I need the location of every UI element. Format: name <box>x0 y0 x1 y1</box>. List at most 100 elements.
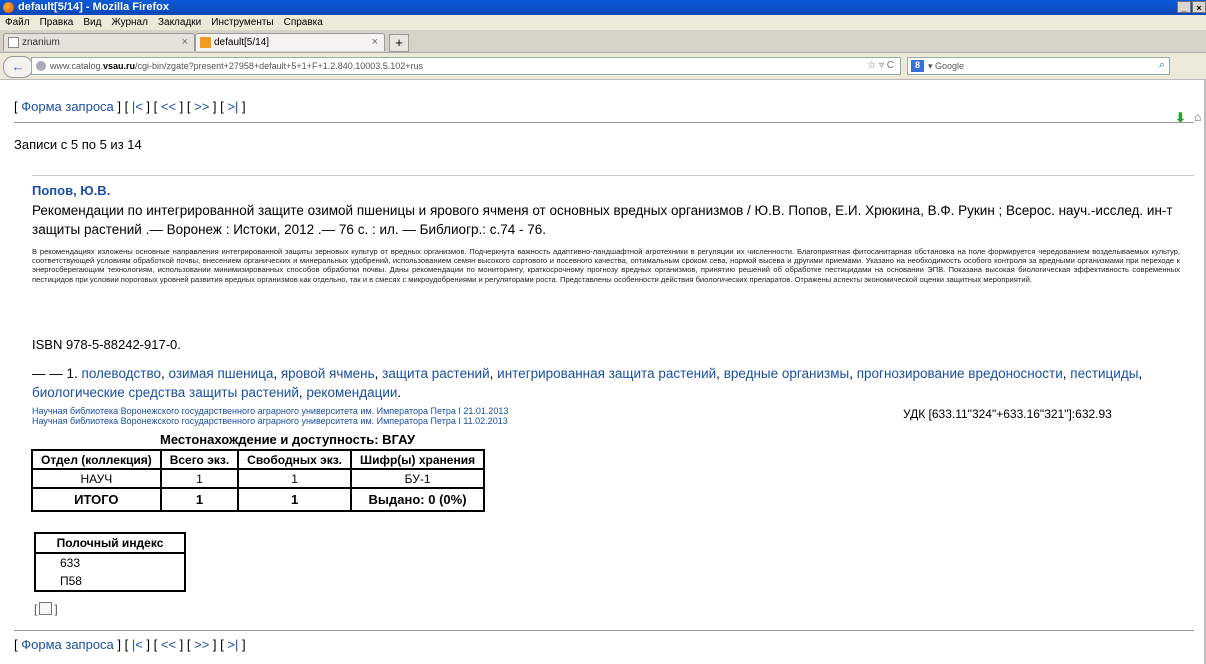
search-bar[interactable]: 8 ▾ Google ⌕ <box>907 57 1170 75</box>
mark-record: [] <box>34 602 58 616</box>
divider <box>14 630 1194 631</box>
column-header: Полочный индекс <box>35 533 185 554</box>
mark-checkbox[interactable] <box>39 602 53 615</box>
bracket: ] [ <box>176 637 195 652</box>
records-count: Записи с 5 по 5 из 14 <box>14 137 142 152</box>
bracket: ] [ <box>209 99 228 114</box>
menu-file[interactable]: Файл <box>0 17 35 28</box>
source-line: Научная библиотека Воронежского государс… <box>32 416 508 426</box>
subjects-prefix: — — 1. <box>32 366 82 381</box>
subject-link[interactable]: прогнозирование вредоносности <box>857 366 1063 381</box>
menu-view[interactable]: Вид <box>78 17 106 28</box>
table-row: 633 <box>35 553 185 572</box>
bracket: ] [ <box>176 99 195 114</box>
url-prefix: www.catalog. <box>50 61 104 71</box>
subject-link[interactable]: озимая пшеница <box>169 366 274 381</box>
bracket: ] <box>238 637 246 652</box>
prev-records-link[interactable]: << <box>161 99 176 114</box>
minimize-button[interactable]: _ <box>1177 1 1191 13</box>
table-cell: 1 <box>237 468 353 489</box>
query-nav-bottom: [ Форма запроса ] [ |< ] [ << ] [ >> ] [… <box>14 637 246 652</box>
new-tab-button[interactable]: + <box>389 34 409 52</box>
bracket: ] [ <box>142 99 161 114</box>
location-title: Местонахождение и доступность: ВГАУ <box>160 432 416 447</box>
holdings-table: Отдел (коллекция) Всего экз. Свободных э… <box>31 449 486 512</box>
url-text[interactable]: www.catalog.vsau.ru/cgi-bin/zgate?presen… <box>50 61 423 71</box>
bracket: ] <box>54 602 58 616</box>
window-titlebar: default[5/14] - Mozilla Firefox _ × <box>0 0 1206 15</box>
subject-link[interactable]: интегрированная защита растений <box>497 366 716 381</box>
table-total-row: ИТОГО 1 1 Выдано: 0 (0%) <box>31 487 486 512</box>
column-header: Всего экз. <box>159 449 240 470</box>
bracket: ] [ <box>113 99 132 114</box>
table-cell: 1 <box>237 487 353 512</box>
table-cell: П58 <box>60 574 82 588</box>
table-cell: НАУЧ <box>31 468 162 489</box>
subject-list: — — 1. полеводство, озимая пшеница, яров… <box>32 366 1143 400</box>
table-cell: ИТОГО <box>31 487 162 512</box>
bookmark-star-icon[interactable]: ☆ ▿ C <box>867 60 894 71</box>
first-record-link[interactable]: |< <box>132 637 143 652</box>
bracket: ] [ <box>209 637 228 652</box>
last-record-link[interactable]: >| <box>227 99 238 114</box>
query-nav-top: [ Форма запроса ] [ |< ] [ << ] [ >> ] [… <box>14 99 246 114</box>
page-content: [ Форма запроса ] [ |< ] [ << ] [ >> ] [… <box>0 80 1206 664</box>
table-cell: 633 <box>60 556 81 570</box>
close-window-button[interactable]: × <box>1192 1 1206 13</box>
menu-bookmarks[interactable]: Закладки <box>153 17 206 28</box>
subjects-suffix: . <box>397 385 402 400</box>
table-row: П58 <box>35 572 185 591</box>
menu-history[interactable]: Журнал <box>106 17 153 28</box>
back-button[interactable]: ← <box>3 56 33 78</box>
url-path: /cgi-bin/zgate?present+27958+default+5+1… <box>135 61 424 71</box>
search-icon[interactable]: ⌕ <box>1159 59 1165 72</box>
subject-link[interactable]: яровой ячмень <box>281 366 375 381</box>
prev-records-link[interactable]: << <box>161 637 176 652</box>
bracket: [ <box>34 602 38 616</box>
tab-bar: znanium × default[5/14] × + <box>0 30 1206 53</box>
table-cell: 1 <box>159 468 240 489</box>
firefox-icon <box>3 2 14 13</box>
query-form-link[interactable]: Форма запроса <box>21 99 114 114</box>
record-title: Рекомендации по интегрированной защите о… <box>32 203 1173 237</box>
tab-close-icon[interactable]: × <box>182 36 188 48</box>
tab-label: default[5/14] <box>214 37 270 48</box>
menu-help[interactable]: Справка <box>279 17 328 28</box>
next-records-link[interactable]: >> <box>194 99 209 114</box>
site-identity-icon[interactable] <box>36 61 46 71</box>
search-engine-icon[interactable]: 8 <box>911 60 924 72</box>
column-header: Свободных экз. <box>237 449 353 470</box>
subject-link[interactable]: полеводство <box>82 366 161 381</box>
subject-link[interactable]: пестициды <box>1070 366 1138 381</box>
menu-bar: Файл Правка Вид Журнал Закладки Инструме… <box>0 15 1206 30</box>
table-cell: БУ-1 <box>350 468 486 489</box>
query-form-link[interactable]: Форма запроса <box>21 637 114 652</box>
search-input[interactable]: ▾ Google <box>928 61 964 72</box>
tab-znanium[interactable]: znanium × <box>3 33 195 51</box>
menu-edit[interactable]: Правка <box>35 17 79 28</box>
subject-link[interactable]: рекомендации <box>306 385 397 400</box>
page-icon <box>200 37 211 48</box>
url-bar[interactable]: www.catalog.vsau.ru/cgi-bin/zgate?presen… <box>31 57 901 75</box>
udk-code: УДК [633.11"324"+633.16"321"]:632.93 <box>903 407 1112 421</box>
next-records-link[interactable]: >> <box>194 637 209 652</box>
tab-close-icon[interactable]: × <box>372 36 378 48</box>
bracket: ] [ <box>142 637 161 652</box>
author-link[interactable]: Попов, Ю.В. <box>32 183 110 198</box>
divider <box>32 175 1194 176</box>
bracket: ] [ <box>113 637 132 652</box>
shelf-index-table: Полочный индекс 633 П58 <box>34 532 186 592</box>
subject-link[interactable]: защита растений <box>382 366 489 381</box>
record-sources: Научная библиотека Воронежского государс… <box>32 406 508 426</box>
menu-tools[interactable]: Инструменты <box>206 17 278 28</box>
last-record-link[interactable]: >| <box>227 637 238 652</box>
first-record-link[interactable]: |< <box>132 99 143 114</box>
subject-link[interactable]: вредные организмы <box>724 366 850 381</box>
record-isbn: ISBN 978-5-88242-917-0. <box>32 337 181 352</box>
tab-default[interactable]: default[5/14] × <box>195 33 385 51</box>
subject-link[interactable]: биологические средства защиты растений <box>32 385 299 400</box>
column-header: Шифр(ы) хранения <box>350 449 486 470</box>
page-icon <box>8 37 19 48</box>
tab-label: znanium <box>22 37 60 48</box>
window-controls: _ × <box>1177 1 1206 13</box>
